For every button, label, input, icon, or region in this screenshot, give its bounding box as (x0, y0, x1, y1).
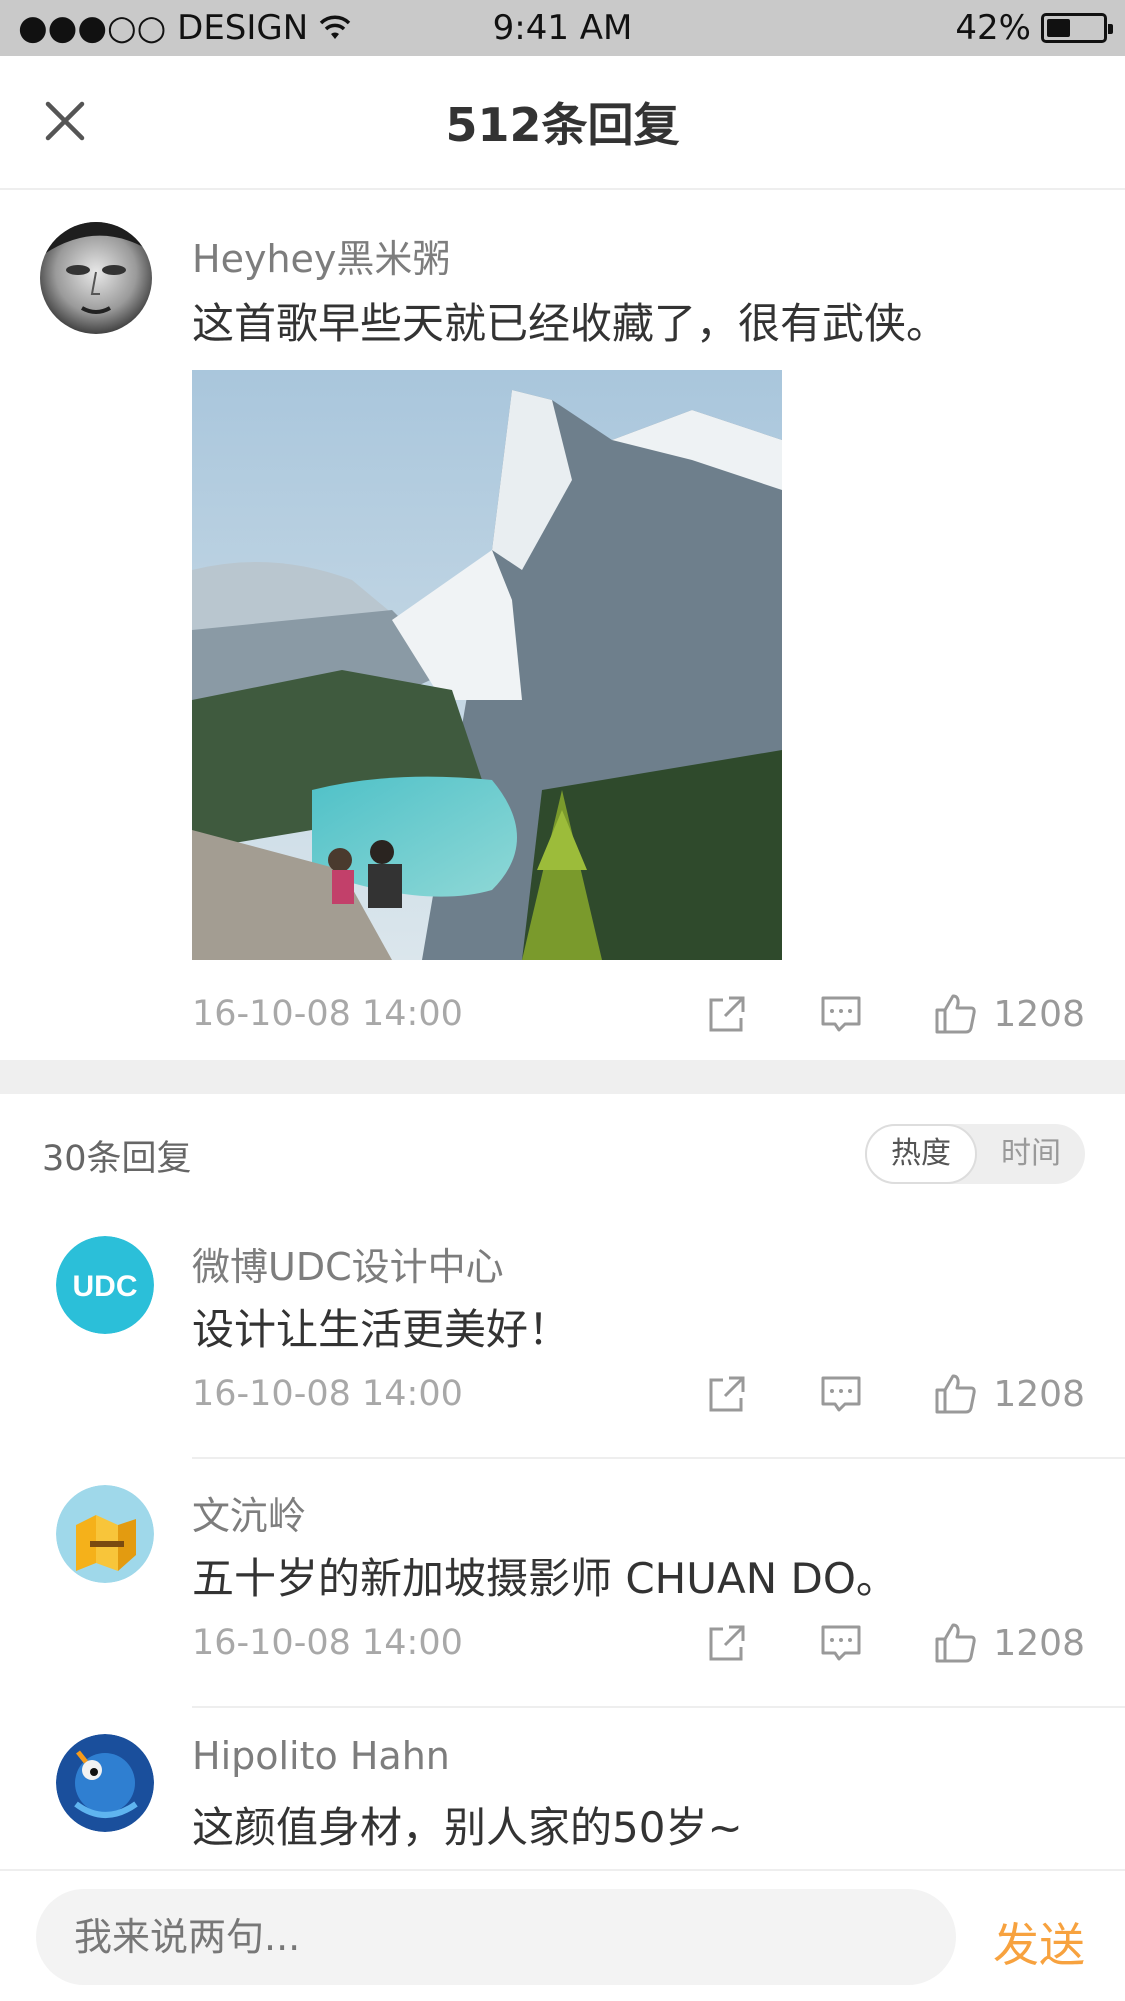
comment-icon (821, 996, 861, 1032)
comment-text: 这首歌早些天就已经收藏了，很有武侠。 (192, 299, 949, 348)
close-icon[interactable] (40, 96, 90, 146)
avatar-face-image (40, 222, 152, 334)
avatar[interactable]: UDC (56, 1236, 154, 1334)
nav-bar: 512条回复 (0, 56, 1125, 190)
thumbs-up-icon (935, 994, 977, 1034)
share-button[interactable] (703, 990, 751, 1038)
avatar-yellow-image (56, 1485, 154, 1583)
reply-meta: 16-10-08 14:00 1208 (192, 1364, 1085, 1424)
like-button[interactable]: 1208 (931, 990, 1085, 1038)
comment-username[interactable]: Heyhey黑米粥 (192, 228, 450, 283)
battery-icon (1041, 13, 1113, 43)
like-count: 1208 (993, 1622, 1085, 1664)
section-divider (0, 1060, 1125, 1094)
reply-username[interactable]: Hipolito Hahn (192, 1734, 450, 1778)
comment-meta: 16-10-08 14:00 1208 (192, 984, 1085, 1044)
comment-input-bar: 发送 (0, 1869, 1125, 2001)
replies-sheet: 512条回复 Heyhey黑米粥 这首歌早些天就已经收藏了，很有武侠。 16-1… (0, 56, 1125, 2001)
share-icon (709, 1376, 745, 1412)
page-title: 512条回复 (445, 98, 680, 152)
carrier-label: ●●●○○ DESIGN (18, 8, 309, 48)
avatar[interactable] (56, 1734, 154, 1832)
thumbs-up-icon (935, 1623, 977, 1663)
reply-text: 设计让生活更美好！ (192, 1305, 571, 1354)
share-button[interactable] (703, 1619, 751, 1667)
replies-header: 30条回复 热度 时间 (0, 1094, 1125, 1210)
svg-text:UDC: UDC (73, 1270, 138, 1303)
reply-time: 16-10-08 14:00 (192, 1623, 463, 1663)
comment-icon (821, 1376, 861, 1412)
share-icon (709, 1625, 745, 1661)
sort-hot-tab[interactable]: 热度 (865, 1124, 977, 1184)
battery-nub (1108, 24, 1113, 34)
reply-meta: 16-10-08 14:00 1208 (192, 1613, 1085, 1673)
reply-time: 16-10-08 14:00 (192, 1374, 463, 1414)
send-button[interactable]: 发送 (993, 1909, 1085, 1975)
avatar[interactable] (40, 222, 152, 334)
mountain-lake-image (192, 370, 782, 960)
reply-username[interactable]: 微博UDC设计中心 (192, 1236, 504, 1291)
comment-time: 16-10-08 14:00 (192, 994, 463, 1034)
like-button[interactable]: 1208 (931, 1619, 1085, 1667)
battery-percent: 42% (955, 8, 1031, 48)
reply-item: 文沆岭 五十岁的新加坡摄影师 CHUAN DO。 16-10-08 14:00 (0, 1459, 1125, 1708)
comment-input[interactable] (36, 1889, 956, 1985)
avatar-parrot-image (56, 1734, 154, 1832)
reply-button[interactable] (817, 990, 865, 1038)
status-left: ●●●○○ DESIGN (18, 8, 352, 48)
reply-text: 这颜值身材，别人家的50岁~ (192, 1803, 743, 1852)
replies-count: 30条回复 (42, 1139, 192, 1179)
share-button[interactable] (703, 1370, 751, 1418)
comment-icon (821, 1625, 861, 1661)
avatar[interactable] (56, 1485, 154, 1583)
sort-time-tab[interactable]: 时间 (977, 1124, 1085, 1184)
thumbs-up-icon (935, 1374, 977, 1414)
sort-toggle: 热度 时间 (865, 1124, 1085, 1184)
share-icon (709, 996, 745, 1032)
reply-username[interactable]: 文沆岭 (192, 1485, 306, 1540)
battery-fill (1047, 19, 1070, 37)
reply-text: 五十岁的新加坡摄影师 CHUAN DO。 (192, 1554, 898, 1603)
reply-button[interactable] (817, 1619, 865, 1667)
like-count: 1208 (993, 1373, 1085, 1415)
like-count: 1208 (993, 993, 1085, 1035)
status-right: 42% (955, 8, 1113, 48)
like-button[interactable]: 1208 (931, 1370, 1085, 1418)
wifi-icon (319, 15, 351, 39)
reply-button[interactable] (817, 1370, 865, 1418)
main-comment: Heyhey黑米粥 这首歌早些天就已经收藏了，很有武侠。 16-10-08 14… (0, 190, 1125, 1060)
reply-item: UDC 微博UDC设计中心 设计让生活更美好！ 16-10-08 14:00 1… (0, 1210, 1125, 1459)
status-bar: ●●●○○ DESIGN 9:41 AM 42% (0, 0, 1125, 56)
comment-photo[interactable] (192, 370, 782, 960)
udc-logo: UDC (56, 1236, 154, 1334)
